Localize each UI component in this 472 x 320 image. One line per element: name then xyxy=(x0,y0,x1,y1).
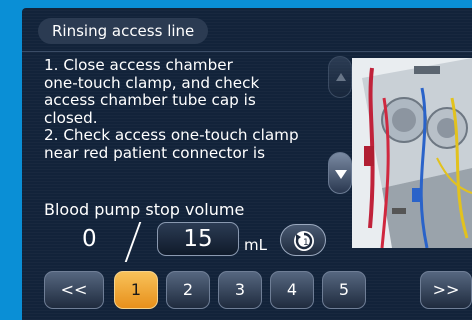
next-page-button[interactable]: >> xyxy=(420,271,472,309)
instruction-text: 1. Close access chamber one-touch clamp,… xyxy=(44,56,299,162)
stop-volume-label: Blood pump stop volume xyxy=(44,200,245,219)
header-divider xyxy=(22,51,472,52)
triangle-up-icon xyxy=(336,73,346,81)
scroll-up-button[interactable] xyxy=(328,56,352,98)
current-volume-value: 0 xyxy=(82,226,97,252)
page-button-2[interactable]: 2 xyxy=(166,271,210,309)
reset-volume-button[interactable]: 1 xyxy=(280,224,326,256)
screen-title: Rinsing access line xyxy=(38,18,209,44)
app-frame: Rinsing access line 1. Close access cham… xyxy=(0,0,472,320)
page-button-4[interactable]: 4 xyxy=(270,271,314,309)
scroll-down-button[interactable] xyxy=(328,152,352,194)
page-button-1[interactable]: 1 xyxy=(114,271,158,309)
page-button-5[interactable]: 5 xyxy=(322,271,366,309)
machine-illustration xyxy=(352,58,472,248)
page-button-3[interactable]: 3 xyxy=(218,271,262,309)
left-frame-bar xyxy=(0,0,20,318)
volume-unit: mL xyxy=(244,236,267,254)
reset-icon: 1 xyxy=(294,231,314,251)
prev-page-button[interactable]: << xyxy=(44,271,104,309)
stop-volume-input[interactable]: 15 xyxy=(157,222,239,256)
triangle-down-icon xyxy=(335,170,347,179)
svg-text:1: 1 xyxy=(303,238,309,248)
